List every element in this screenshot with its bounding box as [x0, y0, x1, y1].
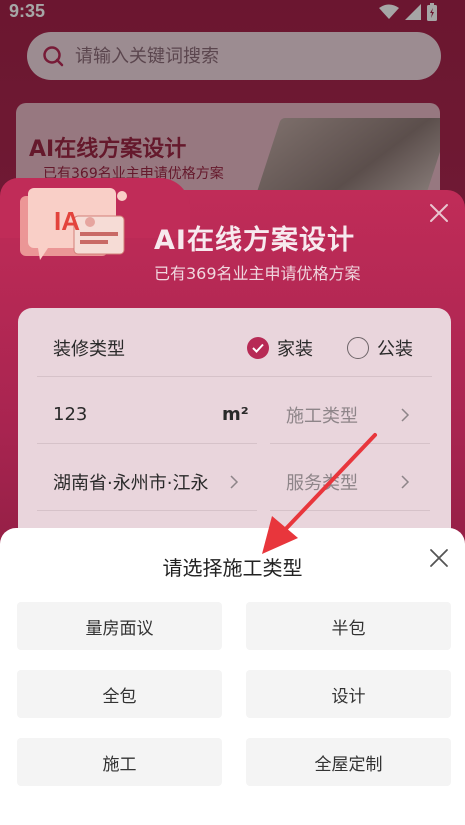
modal-title: AI在线方案设计: [154, 225, 355, 256]
area-field[interactable]: 123 m²: [37, 386, 257, 444]
modal-subtitle: 已有369名业主申请优格方案: [154, 264, 361, 283]
option-commercial-label: 公装: [377, 338, 413, 360]
area-unit: m²: [222, 404, 249, 425]
radio-empty-icon: [347, 336, 369, 359]
decoration-type-label: 装修类型: [53, 338, 125, 360]
option-measure-negotiable[interactable]: 量房面议: [17, 602, 222, 650]
construction-type-placeholder: 施工类型: [286, 405, 358, 427]
close-icon[interactable]: [429, 548, 449, 568]
location-value: 湖南省·永州市·江永: [53, 472, 209, 494]
option-full-package[interactable]: 全包: [17, 670, 222, 718]
ai-icon-text: IA: [54, 206, 80, 236]
check-icon: [247, 336, 269, 359]
chevron-right-icon: [230, 474, 239, 489]
option-home[interactable]: 家装: [247, 335, 313, 361]
construction-type-sheet: 请选择施工类型 量房面议 半包 全包 设计 施工 全屋定制: [0, 528, 465, 825]
location-field[interactable]: 湖南省·永州市·江永: [37, 453, 257, 511]
option-half-package[interactable]: 半包: [246, 602, 451, 650]
area-value: 123: [53, 404, 88, 425]
annotation-arrow-icon: [262, 433, 377, 554]
decoration-type-row: 装修类型 家装 公装: [37, 319, 432, 377]
sheet-title: 请选择施工类型: [162, 556, 303, 580]
ai-chat-icon: IA: [20, 188, 127, 260]
option-construction[interactable]: 施工: [17, 738, 222, 786]
option-home-label: 家装: [277, 338, 313, 360]
modal-close-icon[interactable]: [428, 202, 450, 224]
chevron-right-icon: [401, 407, 410, 422]
option-design[interactable]: 设计: [246, 670, 451, 718]
option-commercial[interactable]: 公装: [347, 335, 413, 361]
chevron-right-icon: [401, 474, 410, 489]
option-whole-house-custom[interactable]: 全屋定制: [246, 738, 451, 786]
